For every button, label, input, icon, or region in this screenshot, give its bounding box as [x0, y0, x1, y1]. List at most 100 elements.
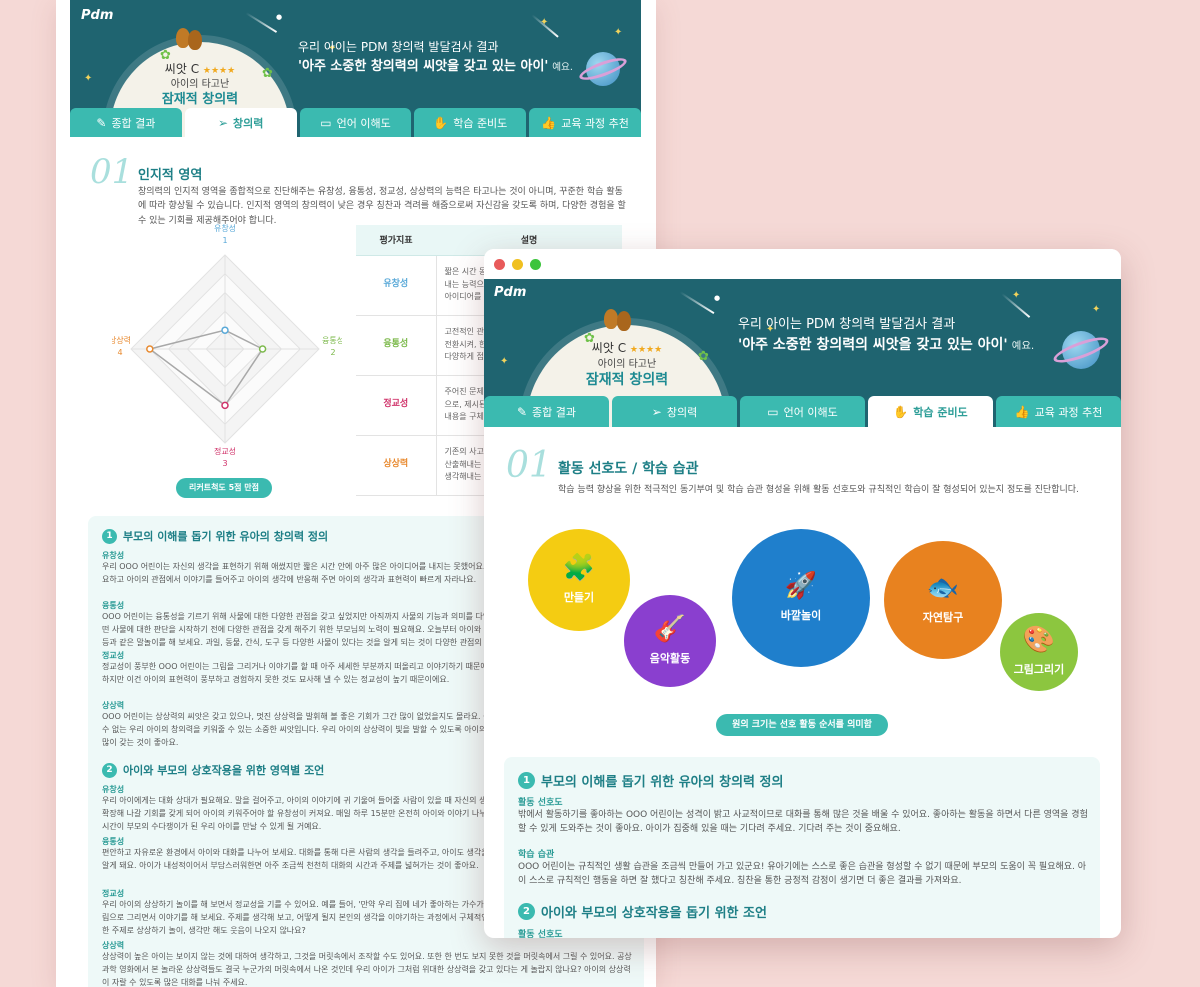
grade-label: 씨앗 C ★★★★	[591, 341, 663, 355]
activity-label: 음악활동	[649, 652, 691, 665]
activity-label: 자연탐구	[922, 611, 964, 624]
radar-value-right: 2	[330, 348, 335, 357]
radar-value-bottom: 3	[222, 459, 227, 468]
table-header: 평가지표	[356, 225, 436, 256]
thumbs-up-icon: 👍	[541, 115, 557, 130]
radar-label-bottom: 정교성	[214, 446, 236, 456]
guitar-icon: 🎸	[653, 614, 687, 644]
rating-stars: ★★★★	[629, 345, 663, 355]
advice-item-text: OOO 어린이는 규칙적인 생활 습관을 조금씩 만들어 가고 있군요! 유아기…	[518, 862, 1087, 887]
advice-heading: 2 아이와 부모의 상호작용을 돕기 위한 조언	[518, 902, 767, 921]
browser-window: ✦✦ ●✦ ✦● Pdm ✿ ✿ 씨앗 C ★★★★ 아이의 타고난 잠재적 창…	[484, 249, 1121, 938]
tab-overall[interactable]: ✎ 종합 결과	[70, 108, 182, 137]
radar-value-left: 4	[117, 348, 122, 357]
radar-label-left: 상상력	[112, 335, 131, 345]
palette-icon: 🎨	[1022, 625, 1056, 655]
number-badge: 1	[518, 772, 535, 789]
bubble-size-note: 원의 크기는 선호 활동 순서를 의미함	[716, 714, 888, 736]
advice-item-text: 밖에서 활동하기를 좋아하는 OOO 어린이는 성격이 밝고 사교적이므로 대화…	[518, 810, 1088, 835]
number-badge: 2	[102, 762, 117, 778]
criterion-name: 융통성	[356, 315, 437, 376]
result-headline: 우리 아이는 PDM 창의력 발달검사 결과 '아주 소중한 창의력의 씨앗을 …	[298, 40, 573, 74]
criterion-name: 상상력	[356, 435, 437, 496]
send-icon: ➢	[217, 115, 229, 130]
activity-bubble: 🐟 자연탐구	[884, 541, 1002, 659]
activity-label: 만들기	[563, 591, 595, 604]
close-dot[interactable]	[494, 259, 505, 270]
tab-readiness[interactable]: ✋ 학습 준비도	[414, 108, 527, 137]
section-description: 학습 능력 향상을 위한 적극적인 동기부여 및 학습 습관 형성을 위해 활동…	[558, 485, 1079, 495]
activity-label: 그림그리기	[1013, 663, 1065, 676]
chat-icon: ▭	[767, 404, 779, 419]
fish-icon: 🐟	[926, 573, 960, 603]
tab-recommend[interactable]: 👍 교육 과정 추천	[529, 108, 641, 137]
advice-item-heading: 학습 습관	[518, 850, 555, 860]
tab-readiness[interactable]: ✋ 학습 준비도	[868, 396, 993, 427]
seed-icon	[604, 309, 618, 329]
tab-overall[interactable]: ✎ 종합 결과	[484, 396, 609, 427]
advice-item-heading: 활동 선호도	[518, 930, 563, 938]
brand-logo: Pdm	[494, 285, 527, 300]
radar-point	[221, 401, 229, 410]
radar-point	[146, 345, 154, 353]
activity-label: 바깥놀이	[780, 609, 822, 622]
grade-main-label: 잠재적 창의력	[161, 92, 239, 107]
tab-bar: ✎ 종합 결과 ➢ 창의력 ▭ 언어 이해도 ✋ 학습 준비도 👍 교육 과정 추천	[484, 396, 1121, 427]
advice-heading: 2 아이와 부모의 상호작용을 위한 영역별 조언	[102, 762, 324, 778]
brand-logo: Pdm	[81, 8, 114, 23]
radar-scale-note: 리커트척도 5점 만점	[176, 478, 272, 498]
section-title: 활동 선호도 / 학습 습관	[558, 461, 699, 477]
advice-heading: 1 부모의 이해를 돕기 위한 유아의 창의력 정의	[102, 528, 328, 544]
section-number: 01	[506, 445, 552, 486]
section-title: 인지적 영역	[138, 168, 203, 183]
minimize-dot[interactable]	[512, 259, 523, 270]
activity-bubble: 🎸 음악활동	[624, 595, 716, 687]
criterion-name: 정교성	[356, 375, 437, 436]
advice-box: 1 부모의 이해를 돕기 위한 유아의 창의력 정의 활동 선호도밖에서 활동하기…	[504, 757, 1100, 938]
window-titlebar	[484, 249, 1121, 279]
advice-heading: 1 부모의 이해를 돕기 위한 유아의 창의력 정의	[518, 771, 783, 790]
sprout-icon: ✿	[262, 66, 273, 81]
advice-item: 상상력상상력이 높은 아이는 보이지 않는 것에 대하여 생각하고, 그것을 머…	[102, 940, 632, 987]
thumbs-up-icon: 👍	[1014, 404, 1030, 419]
puzzle-icon: 🧩	[562, 553, 596, 583]
sprout-icon: ✿	[698, 349, 709, 364]
advice-item-heading: 활동 선호도	[518, 798, 563, 808]
radar-label-top: 유창성	[214, 224, 236, 233]
chat-icon: ▭	[320, 115, 332, 130]
edit-icon: ✎	[96, 115, 107, 130]
radar-grid	[130, 254, 320, 444]
rocket-icon: 🚀	[784, 571, 818, 601]
result-banner: ✦✦ ●✦ ✦● Pdm ✿ ✿ 씨앗 C ★★★★ 아이의 타고난 잠재적 창…	[70, 0, 641, 137]
activity-bubble: 🎨 그림그리기	[1000, 613, 1078, 691]
radar-value-top: 1	[222, 236, 227, 245]
radar-label-right: 융통성	[322, 336, 342, 345]
activity-bubble: 🧩 만들기	[528, 529, 630, 631]
advice-item-heading: 상상력	[102, 941, 125, 950]
criterion-name: 유창성	[356, 255, 437, 316]
shooting-star	[679, 291, 715, 315]
shooting-star	[245, 12, 278, 33]
advice-item: 학습 습관 OOO 어린이는 규칙적인 생활 습관을 조금씩 만들어 가고 있군요…	[518, 847, 1088, 898]
result-headline: 우리 아이는 PDM 창의력 발달검사 결과 '아주 소중한 창의력의 씨앗을 …	[738, 317, 1035, 354]
tab-language[interactable]: ▭ 언어 이해도	[299, 108, 412, 137]
maximize-dot[interactable]	[530, 259, 541, 270]
tab-creativity[interactable]: ➢ 창의력	[184, 108, 297, 137]
advice-item-text: 상상력이 높은 아이는 보이지 않는 것에 대하여 생각하고, 그것을 머릿속에…	[102, 952, 632, 987]
tab-recommend[interactable]: 👍 교육 과정 추천	[996, 396, 1121, 427]
tab-creativity[interactable]: ➢ 창의력	[612, 396, 737, 427]
radar-point	[221, 326, 229, 334]
activity-bubble: 🚀 바깥놀이	[732, 529, 870, 667]
edit-icon: ✎	[516, 404, 528, 419]
grade-subtitle: 아이의 타고난	[597, 359, 657, 370]
send-icon: ➢	[651, 404, 662, 419]
number-badge: 1	[102, 528, 117, 544]
tab-language[interactable]: ▭ 언어 이해도	[740, 396, 865, 427]
radar-chart: 유창성 1 융통성 2 정교성 3 상상력 4	[112, 224, 342, 468]
section-number: 01	[90, 152, 134, 192]
hand-icon: ✋	[893, 404, 909, 419]
seed-icon	[617, 311, 631, 331]
tab-bar: ✎ 종합 결과 ➢ 창의력 ▭ 언어 이해도 ✋ 학습 준비도 👍 교육 과정 추천	[70, 108, 641, 137]
result-banner: ✦✦ ●✦ ✦● Pdm ✿ ✿ 씨앗 C ★★★★ 아이의 타고난 잠재적 창…	[484, 279, 1121, 427]
advice-item: 활동 선호도밖에서 활동하기를 좋아하는 OOO 어린이는 성격이 밝고 사교적…	[518, 795, 1088, 846]
